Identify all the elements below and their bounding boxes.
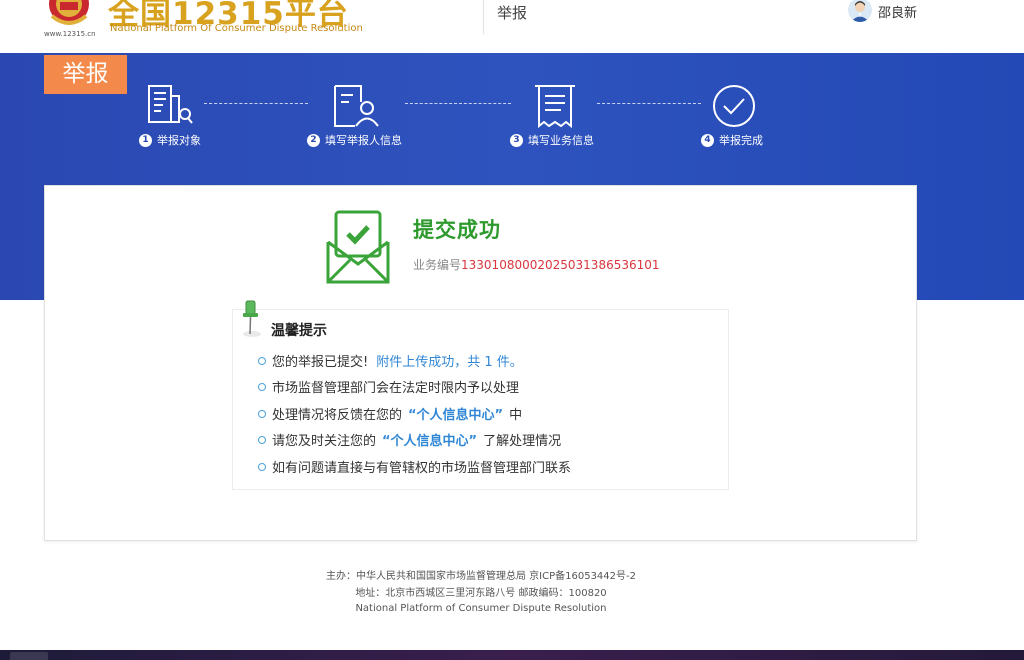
tip-item: 请您及时关注您的 “个人信息中心” 了解处理情况 [258,430,561,449]
step-1-label: 1 举报对象 [139,132,201,148]
logo-subtitle: National Platform Of Consumer Dispute Re… [110,23,363,34]
personal-center-link[interactable]: “个人信息中心” [382,430,477,449]
business-number: 业务编号13301080002025031386536101 [413,256,660,273]
business-number-label: 业务编号 [413,258,462,272]
document-search-icon [148,85,193,124]
footer-address: 地址：北京市西城区三里河东路八号 邮政编码：100820 [355,588,607,599]
user-avatar-icon [851,1,869,22]
pushpin-icon [243,300,261,337]
national-emblem-icon [49,0,89,25]
taskbar [0,650,1024,660]
check-circle-icon [713,85,755,127]
receipt-icon [535,85,575,129]
step-4-label: 4 举报完成 [701,132,763,148]
user-form-icon [334,85,379,127]
site-header: www.12315.cn 全国12315平台 National Platform… [0,0,1024,53]
footer-organizer: 主办：中华人民共和国国家市场监督管理总局 京ICP备16053442号-2 [325,571,636,582]
tip-item: 处理情况将反馈在您的 “个人信息中心” 中 [258,404,522,423]
business-number-value: 13301080002025031386536101 [461,258,660,272]
step-2-label: 2 填写举报人信息 [307,132,402,148]
step-connector [405,103,511,104]
bullet-circle-icon [258,356,266,365]
tip-item: 如有问题请直接与有管辖权的市场监督管理部门联系 [258,457,571,476]
tips-title: 温馨提示 [271,323,327,339]
bullet-circle-icon [258,462,266,471]
header-divider [483,0,484,34]
taskbar-tab[interactable] [10,652,48,660]
step-3-label: 3 填写业务信息 [510,132,594,148]
footer-english-name: National Platform of Consumer Dispute Re… [355,603,607,614]
nav-report[interactable]: 举报 [497,2,527,23]
bullet-circle-icon [258,409,266,418]
username[interactable]: 邵良新 [878,2,917,21]
bullet-circle-icon [258,382,266,391]
success-title: 提交成功 [413,218,501,242]
step-connector [204,103,308,104]
tip-item: 您的举报已提交! 附件上传成功，共 1 件。 [258,351,523,370]
step-connector [597,103,701,104]
logo-url: www.12315.cn [44,30,96,38]
envelope-check-icon [326,210,390,284]
personal-center-link[interactable]: “个人信息中心” [408,404,503,423]
avatar[interactable] [848,0,872,22]
banner-tag: 举报 [44,55,127,94]
tip-item: 市场监督管理部门会在法定时限内予以处理 [258,377,519,396]
bullet-circle-icon [258,435,266,444]
